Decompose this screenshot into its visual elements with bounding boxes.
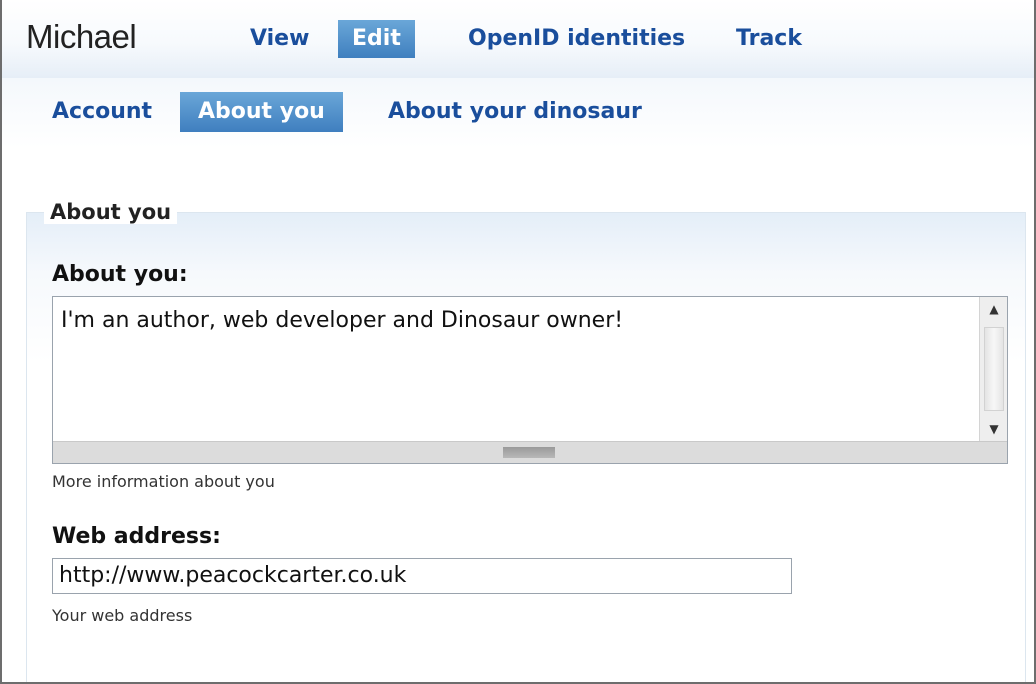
- scroll-up-arrow-icon[interactable]: ▲: [980, 297, 1008, 321]
- web-address-help-text: Your web address: [52, 606, 193, 625]
- horizontal-scroll-thumb[interactable]: [503, 447, 555, 458]
- secondary-tab-bar: Account About you About your dinosaur: [2, 78, 1034, 148]
- subtab-about-your-dinosaur[interactable]: About your dinosaur: [388, 92, 642, 132]
- vertical-scroll-thumb[interactable]: [984, 327, 1004, 411]
- about-you-textarea[interactable]: I'm an author, web developer and Dinosau…: [53, 297, 979, 441]
- tab-track[interactable]: Track: [736, 22, 802, 56]
- about-you-help-text: More information about you: [52, 472, 275, 491]
- fieldset-legend: About you: [44, 200, 178, 224]
- primary-tab-bar: Michael View Edit OpenID identities Trac…: [2, 0, 1034, 78]
- web-address-label: Web address:: [52, 524, 221, 549]
- scroll-down-arrow-icon[interactable]: ▼: [980, 417, 1008, 441]
- subtab-about-you[interactable]: About you: [180, 92, 343, 132]
- tab-view[interactable]: View: [250, 22, 309, 56]
- horizontal-scrollbar[interactable]: [53, 441, 1007, 463]
- web-address-input[interactable]: http://www.peacockcarter.co.uk: [52, 558, 792, 594]
- vertical-scrollbar[interactable]: ▲ ▼: [979, 297, 1007, 441]
- subtab-account[interactable]: Account: [52, 92, 152, 132]
- tab-edit[interactable]: Edit: [338, 20, 415, 58]
- tab-openid-identities[interactable]: OpenID identities: [468, 22, 685, 56]
- about-you-textarea-box: I'm an author, web developer and Dinosau…: [52, 296, 1008, 464]
- page-title: Michael: [26, 18, 137, 55]
- about-you-label: About you:: [52, 262, 188, 287]
- profile-edit-page: Michael View Edit OpenID identities Trac…: [0, 0, 1036, 684]
